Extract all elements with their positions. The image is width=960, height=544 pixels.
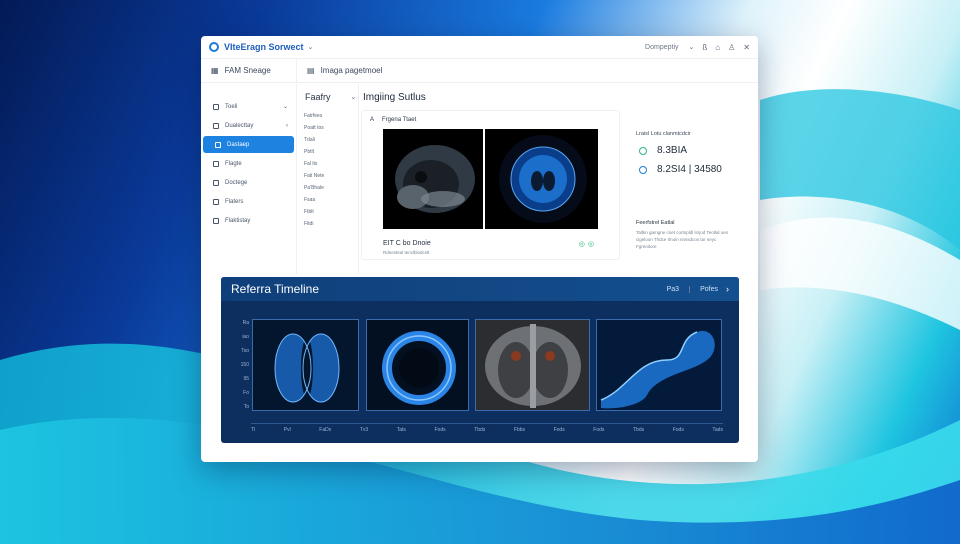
timeline-scan-xray[interactable]: [475, 319, 590, 411]
metric-value: 8.3BIA: [657, 145, 688, 156]
document-icon: [213, 179, 219, 186]
x-tick: Tl: [251, 427, 256, 433]
y-tick: Ra: [242, 320, 249, 326]
timeline-panel: Referra Timeline Pa3 Pofes › Ra iao Tso …: [221, 277, 739, 443]
status-ring-icon: [639, 165, 647, 174]
bell-icon[interactable]: ♙: [728, 43, 735, 52]
x-tick: Tbds: [474, 427, 486, 433]
metric-value: 8.2SI4 | 34580: [657, 164, 722, 175]
dashboard-icon: [215, 141, 221, 148]
y-tick: iao: [242, 334, 249, 340]
timeline-button-1[interactable]: Pa3: [657, 286, 679, 293]
metrics-description: Taltkn gamgne cnet cortnpldl lsrjod Teot…: [636, 230, 728, 249]
sidebar: Toeli ⌄ Dualecttay ‹ Dastaep Flagte Doct…: [201, 84, 297, 274]
y-tick: To: [243, 404, 249, 410]
user-menu[interactable]: Dompeptiy: [645, 44, 678, 51]
card-marker: A: [370, 117, 375, 123]
bold-icon[interactable]: ß: [702, 43, 707, 52]
page-icon: [213, 103, 219, 110]
filter-heading: Faafry: [305, 92, 331, 102]
chevron-icon: ‹: [286, 122, 288, 129]
user-chevron-icon[interactable]: ⌄: [689, 43, 695, 51]
app-window: VIteEragn Sorwect ⌄ Dompeptiy ⌄ ß ⌂ ♙ ✕ …: [201, 36, 758, 462]
metric-row: 8.2SI4 | 34580: [639, 164, 722, 175]
sidebar-item-5[interactable]: Flaters: [201, 193, 296, 210]
grid-icon[interactable]: ▦: [211, 66, 219, 75]
list-item[interactable]: Pa'Bhale: [297, 182, 358, 194]
timeline-header: Referra Timeline Pa3 Pofes ›: [221, 277, 739, 301]
list-item[interactable]: Tdali: [297, 134, 358, 146]
sub-toolbar: ▦ FAM Sneage ▤ Imaga pagetmoel: [201, 59, 758, 83]
x-tick: Pvl: [283, 427, 291, 433]
x-tick: FaDs: [319, 427, 332, 433]
page-title: Imgiing Sutlus: [363, 91, 426, 103]
image-subcaption: Rdnesteal tenclblodcslt: [383, 250, 430, 255]
chevron-right-icon[interactable]: ›: [726, 284, 729, 294]
metrics-panel: Lraisl Lotu clanmtcdcir 8.3BIA 8.2SI4 | …: [629, 110, 739, 260]
sidebar-item-4[interactable]: Doctege: [201, 174, 296, 191]
y-tick: 95: [243, 376, 249, 382]
circle-logo-icon: [209, 42, 219, 52]
sidebar-item-0[interactable]: Toeli ⌄: [201, 98, 296, 115]
breadcrumb: Imaga pagetmoel: [320, 66, 383, 75]
list-item[interactable]: Fsaa: [297, 194, 358, 206]
close-icon[interactable]: ✕: [743, 43, 750, 52]
x-tick: Fods: [434, 427, 446, 433]
home-icon[interactable]: ⌂: [715, 43, 720, 52]
timeline-scan-vessel[interactable]: [596, 319, 722, 411]
y-tick: 150: [240, 362, 249, 368]
filter-column: Faafry ⌄ Fatrfees Poatt tos Tdali Pbtlt …: [297, 84, 359, 274]
timeline-title: Referra Timeline: [231, 282, 320, 296]
metrics-label: Lraisl Lotu clanmtcdcir: [636, 131, 691, 137]
x-tick: Fods: [593, 427, 605, 433]
sidebar-item-3[interactable]: Flagte: [201, 155, 296, 172]
chevron-down-icon[interactable]: ⌄: [351, 93, 357, 101]
list-item[interactable]: Poatt tos: [297, 122, 358, 134]
list-icon: [213, 217, 219, 224]
x-tick: Fbbs: [513, 427, 526, 433]
sidebar-item-1[interactable]: Dualecttay ‹: [201, 117, 296, 134]
filter-icon: [213, 198, 219, 205]
list-item[interactable]: Fatrfees: [297, 110, 358, 122]
x-tick: Tv3: [359, 427, 369, 433]
sidebar-item-2[interactable]: Dastaep: [203, 136, 294, 153]
list-item[interactable]: Fal lts: [297, 158, 358, 170]
brain-scan-image[interactable]: [485, 129, 598, 229]
chevron-icon: ⌄: [282, 104, 288, 110]
status-ring-icon: [639, 146, 647, 155]
image-caption: EIT C bo Dnoie: [383, 240, 431, 247]
x-tick: Fods: [553, 427, 565, 433]
y-tick: Tso: [241, 348, 249, 354]
app-name: VIteEragn Sorwect: [224, 42, 304, 52]
list-item[interactable]: Ftblt: [297, 206, 358, 218]
layers-icon[interactable]: ▤: [307, 66, 315, 75]
timeline-baseline: [251, 423, 723, 424]
clock-icon: [213, 122, 219, 129]
chevron-down-icon[interactable]: ⌄: [308, 43, 314, 51]
metrics-sub-title: Feerfstrel Eatlal: [636, 220, 675, 226]
list-item[interactable]: Pbtlt: [297, 146, 358, 158]
x-tick: Tbds: [633, 427, 645, 433]
flag-icon: [213, 160, 219, 167]
y-tick: Fo: [243, 390, 249, 396]
list-item[interactable]: Fitdi: [297, 218, 358, 230]
section-label: FAM Sneage: [224, 66, 271, 75]
x-tick: Fods: [672, 427, 684, 433]
imaging-card: A Frgena Ttaet EIT C bo Dnoie Rdnesteal …: [361, 110, 620, 260]
metric-row: 8.3BIA: [639, 145, 687, 156]
timeline-scan-lungs[interactable]: [252, 319, 359, 411]
timeline-scan-ring[interactable]: [366, 319, 469, 411]
skull-scan-image[interactable]: [383, 129, 483, 229]
sidebar-item-6[interactable]: Flaktistay: [201, 212, 296, 229]
x-tick: Tats: [396, 427, 406, 433]
y-axis: Ra iao Tso 150 95 Fo To: [233, 320, 249, 418]
list-item[interactable]: Fati Nete: [297, 170, 358, 182]
card-title: Frgena Ttaet: [382, 117, 417, 123]
timeline-button-2[interactable]: Pofes: [689, 285, 718, 293]
status-dots-icon[interactable]: ◎◎: [579, 240, 597, 248]
x-tick: Tads: [712, 427, 723, 433]
x-axis: Tl Pvl FaDs Tv3 Tats Fods Tbds Fbbs Fods…: [251, 427, 723, 433]
title-bar: VIteEragn Sorwect ⌄ Dompeptiy ⌄ ß ⌂ ♙ ✕: [201, 36, 758, 59]
